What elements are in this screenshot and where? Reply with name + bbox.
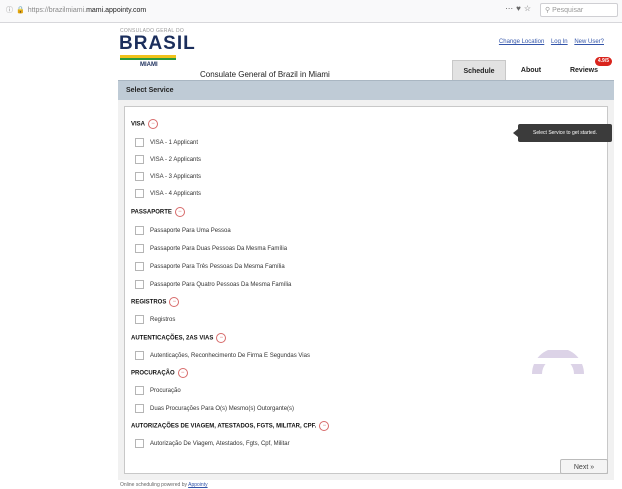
list-item[interactable]: Autorização De Viagem, Atestados, Fgts, … <box>135 439 290 448</box>
item-label: Passaporte Para Uma Pessoa <box>150 228 231 235</box>
section-title: PROCURAÇÃO <box>131 370 175 377</box>
logo-city: MIAMI <box>140 62 158 68</box>
collapse-icon[interactable]: − <box>177 368 188 378</box>
item-label: Autenticações, Reconhecimento De Firma E… <box>150 353 310 360</box>
change-location-link[interactable]: Change Location <box>499 39 544 45</box>
list-item[interactable]: Registros <box>135 315 175 324</box>
checkbox[interactable] <box>135 226 144 235</box>
item-label: VISA - 2 Applicants <box>150 157 202 164</box>
url-host: mami.appointy.com <box>86 7 147 14</box>
checkbox[interactable] <box>135 244 144 253</box>
select-service-header: Select Service <box>118 80 614 101</box>
account-links: Change Location Log In New User? <box>494 39 604 45</box>
list-item[interactable]: Passaporte Para Quatro Pessoas Da Mesma … <box>135 280 291 289</box>
section-title: AUTORIZAÇÕES DE VIAGEM, ATESTADOS, FGTS,… <box>131 423 317 430</box>
pocket-icon[interactable]: ♥ <box>516 4 524 13</box>
bookmark-star-icon[interactable]: ☆ <box>524 4 534 13</box>
list-item[interactable]: Duas Procurações Para O(s) Mesmo(s) Outo… <box>135 404 294 413</box>
checkbox[interactable] <box>135 172 144 181</box>
checkbox[interactable] <box>135 189 144 198</box>
address-bar[interactable]: ⓘ 🔒 https://brazilmiami.mami.appointy.com <box>6 5 146 15</box>
list-item[interactable]: Passaporte Para Uma Pessoa <box>135 226 231 235</box>
collapse-icon[interactable]: − <box>319 421 330 431</box>
checkbox[interactable] <box>135 280 144 289</box>
section-title: AUTENTICAÇÕES, 2AS VIAS <box>131 335 214 342</box>
logo-brasil: BRASIL <box>119 33 196 54</box>
item-label: VISA - 4 Applicants <box>150 191 202 198</box>
page-title: Consulate General of Brazil in Miami <box>200 70 330 79</box>
info-icon[interactable]: ⓘ <box>6 7 13 14</box>
tab-reviews-label: Reviews <box>569 67 599 74</box>
lock-icon: 🔒 <box>16 7 25 14</box>
get-started-tooltip: Select Service to get started. <box>513 124 612 142</box>
list-item[interactable]: Passaporte Para Duas Pessoas Da Mesma Fa… <box>135 244 287 253</box>
section-autorizacoes[interactable]: AUTORIZAÇÕES DE VIAGEM, ATESTADOS, FGTS,… <box>131 421 330 431</box>
item-label: Passaporte Para Quatro Pessoas Da Mesma … <box>150 282 292 289</box>
browser-actions: ⋯♥☆ <box>505 4 534 13</box>
service-list: VISA − VISA - 1 Applicant VISA - 2 Applic… <box>124 106 608 474</box>
checkbox[interactable] <box>135 138 144 147</box>
section-passaporte[interactable]: PASSAPORTE − <box>131 207 185 217</box>
checkbox[interactable] <box>135 404 144 413</box>
rating-badge: 4.9/5 <box>594 57 612 66</box>
collapse-icon[interactable]: − <box>174 207 185 217</box>
logo-stripe-green <box>120 58 176 60</box>
nav-tabs: Schedule About Reviews 4.9/5 <box>452 57 614 81</box>
tab-about[interactable]: About <box>508 60 554 80</box>
login-link[interactable]: Log In <box>551 39 568 45</box>
list-item[interactable]: Procuração <box>135 386 181 395</box>
tab-schedule[interactable]: Schedule <box>452 60 506 81</box>
search-placeholder: Pesquisar <box>552 7 584 14</box>
checkbox[interactable] <box>135 439 144 448</box>
list-item[interactable]: Autenticações, Reconhecimento De Firma E… <box>135 351 310 360</box>
section-title: VISA <box>131 121 146 128</box>
checkbox[interactable] <box>135 386 144 395</box>
section-procuracao[interactable]: PROCURAÇÃO − <box>131 368 188 378</box>
checkbox[interactable] <box>135 155 144 164</box>
collapse-icon[interactable]: − <box>148 119 159 129</box>
footer-text: Online scheduling powered by <box>120 482 187 488</box>
item-label: VISA - 1 Applicant <box>150 140 199 147</box>
list-item[interactable]: Passaporte Para Três Pessoas Da Mesma Fa… <box>135 262 285 271</box>
item-label: Passaporte Para Três Pessoas Da Mesma Fa… <box>150 264 285 271</box>
new-user-link[interactable]: New User? <box>574 39 604 45</box>
browser-search-input[interactable]: ⚲ Pesquisar <box>540 3 618 17</box>
select-service-label: Select Service <box>126 87 174 94</box>
appointy-link[interactable]: Appointy <box>188 482 207 488</box>
service-panel: VISA − VISA - 1 Applicant VISA - 2 Applic… <box>118 100 614 480</box>
list-item[interactable]: VISA - 4 Applicants <box>135 189 201 198</box>
item-label: Registros <box>150 317 176 324</box>
search-icon: ⚲ <box>545 7 551 14</box>
checkbox[interactable] <box>135 262 144 271</box>
item-label: VISA - 3 Applicants <box>150 174 202 181</box>
collapse-icon[interactable]: − <box>169 297 180 307</box>
url-subdomain: brazilmiami. <box>48 7 87 14</box>
next-button[interactable]: Next » <box>560 459 608 474</box>
section-title: REGISTROS <box>131 299 167 306</box>
section-registros[interactable]: REGISTROS − <box>131 297 180 307</box>
item-label: Duas Procurações Para O(s) Mesmo(s) Outo… <box>150 406 295 413</box>
list-item[interactable]: VISA - 2 Applicants <box>135 155 201 164</box>
collapse-icon[interactable]: − <box>216 333 227 343</box>
list-item[interactable]: VISA - 1 Applicant <box>135 138 198 147</box>
watermark-logo <box>512 344 604 402</box>
url-prefix: https:// <box>27 7 49 14</box>
checkbox[interactable] <box>135 351 144 360</box>
section-autenticacoes[interactable]: AUTENTICAÇÕES, 2AS VIAS − <box>131 333 227 343</box>
section-visa[interactable]: VISA − <box>131 119 159 129</box>
more-icon[interactable]: ⋯ <box>505 4 516 13</box>
footer: Online scheduling powered by Appointy <box>120 482 208 488</box>
browser-toolbar: ⓘ 🔒 https://brazilmiami.mami.appointy.com … <box>0 0 622 23</box>
item-label: Autorização De Viagem, Atestados, Fgts, … <box>150 441 290 448</box>
checkbox[interactable] <box>135 315 144 324</box>
section-title: PASSAPORTE <box>131 209 172 216</box>
list-item[interactable]: VISA - 3 Applicants <box>135 172 201 181</box>
item-label: Passaporte Para Duas Pessoas Da Mesma Fa… <box>150 246 288 253</box>
tab-reviews[interactable]: Reviews 4.9/5 <box>556 57 612 80</box>
item-label: Procuração <box>150 388 181 395</box>
